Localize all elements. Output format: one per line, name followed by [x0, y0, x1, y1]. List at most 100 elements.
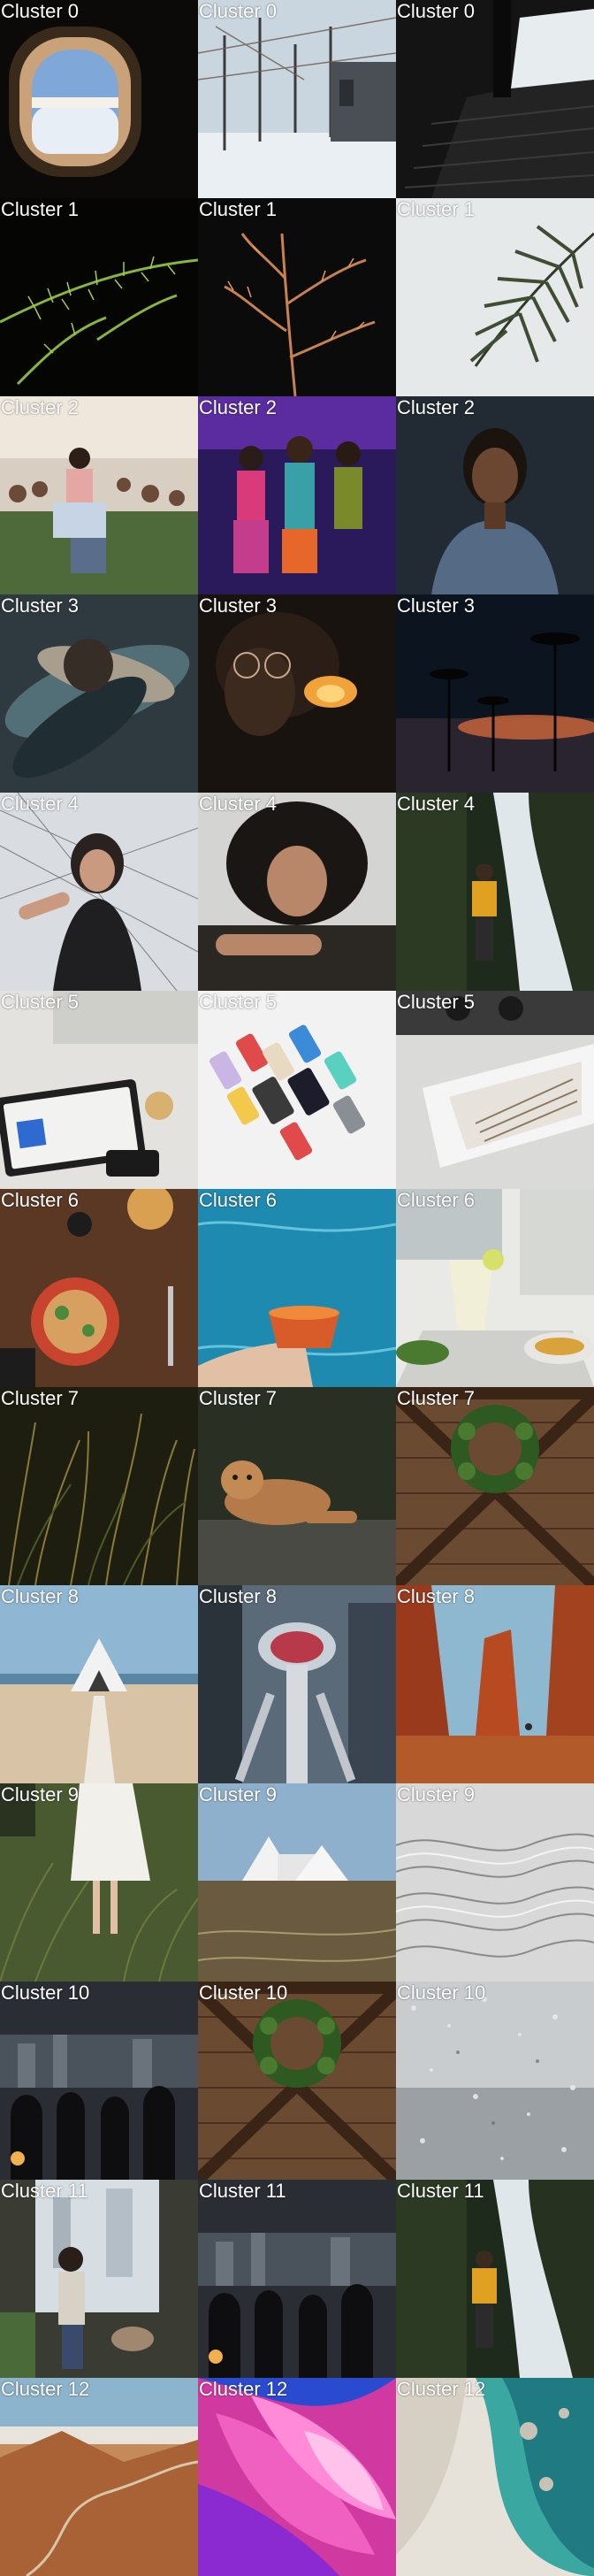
image-tile: Cluster 7	[396, 1387, 594, 1585]
image-tile: Cluster 9	[198, 1783, 396, 1982]
image-tile: Cluster 8	[198, 1585, 396, 1783]
cluster-label: Cluster 8	[397, 1585, 476, 1607]
image-tile: Cluster 2	[0, 396, 198, 594]
cluster-label: Cluster 3	[1, 594, 80, 617]
image-tile: Cluster 8	[0, 1585, 198, 1783]
tile-image	[396, 793, 594, 991]
tile-image	[198, 1783, 396, 1982]
image-cluster-grid: Cluster 0 Cluster 0 Cluster 0 Cluster 1 …	[0, 0, 594, 2576]
cluster-label: Cluster 1	[397, 198, 476, 220]
image-tile: Cluster 8	[396, 1585, 594, 1783]
cluster-label: Cluster 5	[199, 991, 278, 1013]
image-tile: Cluster 4	[0, 793, 198, 991]
cluster-label: Cluster 7	[397, 1387, 476, 1409]
image-tile: Cluster 4	[198, 793, 396, 991]
cluster-label: Cluster 9	[1, 1783, 80, 1806]
tile-image	[198, 594, 396, 793]
tile-image	[0, 1783, 198, 1982]
image-tile: Cluster 5	[198, 991, 396, 1189]
tile-image	[198, 793, 396, 991]
image-tile: Cluster 6	[396, 1189, 594, 1387]
tile-image	[396, 0, 594, 198]
tile-image	[396, 1189, 594, 1387]
cluster-label: Cluster 4	[199, 793, 278, 815]
tile-image	[0, 2378, 198, 2576]
cluster-label: Cluster 12	[199, 2378, 288, 2400]
tile-image	[198, 2180, 396, 2378]
tile-image	[0, 198, 198, 396]
tile-image	[0, 1189, 198, 1387]
image-tile: Cluster 12	[0, 2378, 198, 2576]
tile-image	[396, 2180, 594, 2378]
cluster-label: Cluster 7	[199, 1387, 278, 1409]
cluster-label: Cluster 7	[1, 1387, 80, 1409]
image-tile: Cluster 7	[198, 1387, 396, 1585]
tile-image	[396, 1982, 594, 2180]
image-tile: Cluster 9	[0, 1783, 198, 1982]
tile-image	[198, 2378, 396, 2576]
tile-image	[396, 1585, 594, 1783]
image-tile: Cluster 6	[198, 1189, 396, 1387]
cluster-label: Cluster 9	[199, 1783, 278, 1806]
image-tile: Cluster 12	[396, 2378, 594, 2576]
tile-image	[0, 2180, 198, 2378]
tile-image	[0, 1982, 198, 2180]
image-tile: Cluster 10	[198, 1982, 396, 2180]
image-tile: Cluster 1	[0, 198, 198, 396]
tile-image	[0, 396, 198, 594]
tile-image	[396, 396, 594, 594]
cluster-label: Cluster 2	[1, 396, 80, 418]
cluster-label: Cluster 4	[1, 793, 80, 815]
tile-image	[0, 594, 198, 793]
image-tile: Cluster 11	[0, 2180, 198, 2378]
cluster-label: Cluster 11	[199, 2180, 286, 2202]
cluster-label: Cluster 6	[199, 1189, 278, 1211]
cluster-label: Cluster 8	[199, 1585, 278, 1607]
image-tile: Cluster 0	[396, 0, 594, 198]
image-tile: Cluster 5	[396, 991, 594, 1189]
image-tile: Cluster 2	[198, 396, 396, 594]
cluster-label: Cluster 6	[1, 1189, 80, 1211]
cluster-label: Cluster 2	[199, 396, 278, 418]
cluster-label: Cluster 1	[199, 198, 278, 220]
cluster-label: Cluster 10	[397, 1982, 486, 2004]
image-tile: Cluster 2	[396, 396, 594, 594]
tile-image	[198, 1982, 396, 2180]
cluster-label: Cluster 10	[1, 1982, 90, 2004]
cluster-label: Cluster 0	[1, 0, 80, 22]
tile-image	[396, 198, 594, 396]
image-tile: Cluster 3	[396, 594, 594, 793]
cluster-label: Cluster 11	[1, 2180, 88, 2202]
image-tile: Cluster 1	[198, 198, 396, 396]
image-tile: Cluster 1	[396, 198, 594, 396]
tile-image	[396, 1783, 594, 1982]
image-tile: Cluster 0	[0, 0, 198, 198]
image-tile: Cluster 5	[0, 991, 198, 1189]
cluster-label: Cluster 0	[199, 0, 278, 22]
cluster-label: Cluster 8	[1, 1585, 80, 1607]
tile-image	[0, 1387, 198, 1585]
image-tile: Cluster 10	[0, 1982, 198, 2180]
cluster-label: Cluster 10	[199, 1982, 288, 2004]
tile-image	[0, 1585, 198, 1783]
tile-image	[0, 991, 198, 1189]
cluster-label: Cluster 0	[397, 0, 476, 22]
tile-image	[0, 793, 198, 991]
cluster-label: Cluster 2	[397, 396, 476, 418]
image-tile: Cluster 3	[0, 594, 198, 793]
tile-image	[198, 991, 396, 1189]
image-tile: Cluster 0	[198, 0, 396, 198]
image-tile: Cluster 9	[396, 1783, 594, 1982]
cluster-label: Cluster 1	[1, 198, 80, 220]
tile-image	[198, 0, 396, 198]
image-tile: Cluster 7	[0, 1387, 198, 1585]
tile-image	[396, 1387, 594, 1585]
tile-image	[396, 991, 594, 1189]
cluster-label: Cluster 5	[397, 991, 476, 1013]
tile-image	[198, 1585, 396, 1783]
tile-image	[198, 1387, 396, 1585]
image-tile: Cluster 10	[396, 1982, 594, 2180]
cluster-label: Cluster 12	[397, 2378, 486, 2400]
image-tile: Cluster 12	[198, 2378, 396, 2576]
cluster-label: Cluster 6	[397, 1189, 476, 1211]
